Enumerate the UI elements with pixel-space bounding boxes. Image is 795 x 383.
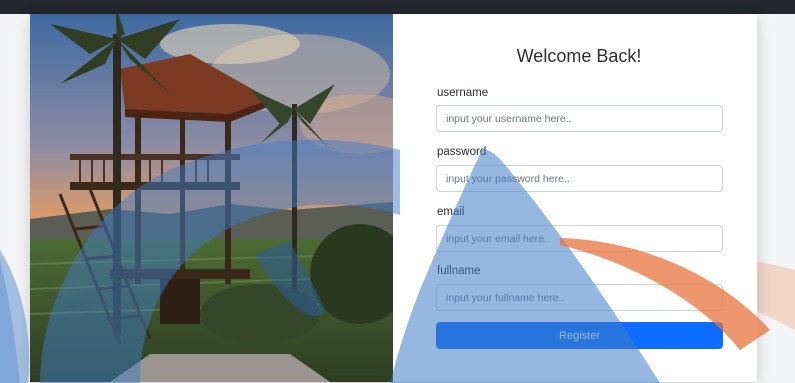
fullname-input[interactable] (436, 284, 723, 311)
username-input[interactable] (436, 105, 723, 132)
top-bar (0, 0, 795, 14)
username-label: username (437, 87, 489, 99)
password-label: password (437, 146, 487, 158)
register-card: Welcome Back! username password email fu… (30, 14, 757, 382)
email-input[interactable] (436, 225, 723, 252)
email-label: email (437, 206, 465, 218)
register-form: Welcome Back! username password email fu… (393, 14, 757, 382)
gazebo-sunset-photo (30, 14, 393, 382)
page-title: Welcome Back! (516, 46, 642, 66)
register-button[interactable]: Register (436, 322, 723, 349)
fullname-label: fullname (437, 265, 481, 277)
password-input[interactable] (436, 165, 723, 192)
